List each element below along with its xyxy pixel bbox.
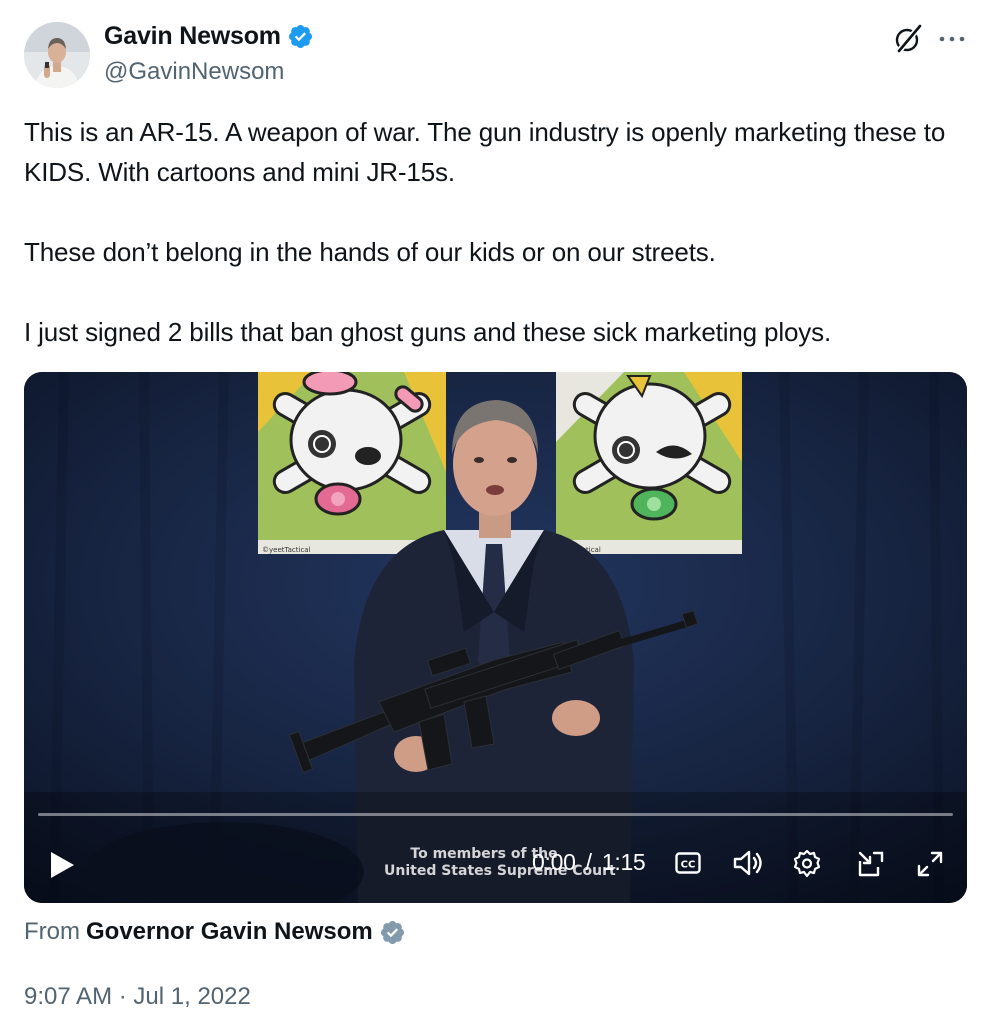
current-time: 0:00 [532,849,576,875]
play-icon[interactable] [48,850,76,885]
tweet-timestamp[interactable]: 9:07 AM · Jul 1, 2022 [24,983,251,1011]
source-name[interactable]: Governor Gavin Newsom [86,918,373,946]
author-display-name[interactable]: Gavin Newsom [104,22,281,51]
poster-left-label: ©yeetTactical [262,546,311,554]
svg-text:CC: CC [681,860,696,871]
poster-left: ©yeetTactical [258,372,446,554]
closed-captions-icon[interactable]: CC [675,852,701,879]
verified-badge-icon [287,23,314,50]
video-controls: 0:00 / 1:15 CC [24,838,967,888]
author-name-row[interactable]: Gavin Newsom [104,22,314,51]
more-options-icon[interactable] [935,24,969,54]
avatar[interactable] [24,22,90,88]
video-frame: ©yeetTactical tTactical [24,372,967,903]
timestamp-separator: · [118,983,127,1010]
settings-icon[interactable] [792,849,822,884]
tweet-paragraph: I just signed 2 bills that ban ghost gun… [24,317,832,347]
media-source: From Governor Gavin Newsom [24,918,406,946]
tweet: Gavin Newsom @GavinNewsom This is an AR-… [0,0,988,1024]
video-time: 0:00 / 1:15 [532,849,646,876]
picture-in-picture-icon[interactable] [856,849,886,884]
timestamp-time[interactable]: 9:07 AM [24,983,112,1010]
gray-verified-badge-icon [379,919,406,946]
poster-right: tTactical [556,372,742,554]
tweet-paragraph: These don’t belong in the hands of our k… [24,237,716,267]
profile-photo [24,22,90,88]
video-player[interactable]: ©yeetTactical tTactical [24,372,967,903]
tweet-paragraph: This is an AR-15. A weapon of war. The g… [24,117,946,187]
volume-icon[interactable] [732,849,764,882]
source-from-label: From [24,918,80,945]
fullscreen-icon[interactable] [916,850,944,883]
author-handle[interactable]: @GavinNewsom [104,58,284,86]
tweet-text: This is an AR-15. A weapon of war. The g… [24,112,964,352]
grok-icon[interactable] [893,24,923,54]
timestamp-date[interactable]: Jul 1, 2022 [133,983,250,1010]
time-separator: / [585,849,592,875]
duration: 1:15 [601,849,646,875]
video-progress-bar[interactable] [38,813,953,816]
